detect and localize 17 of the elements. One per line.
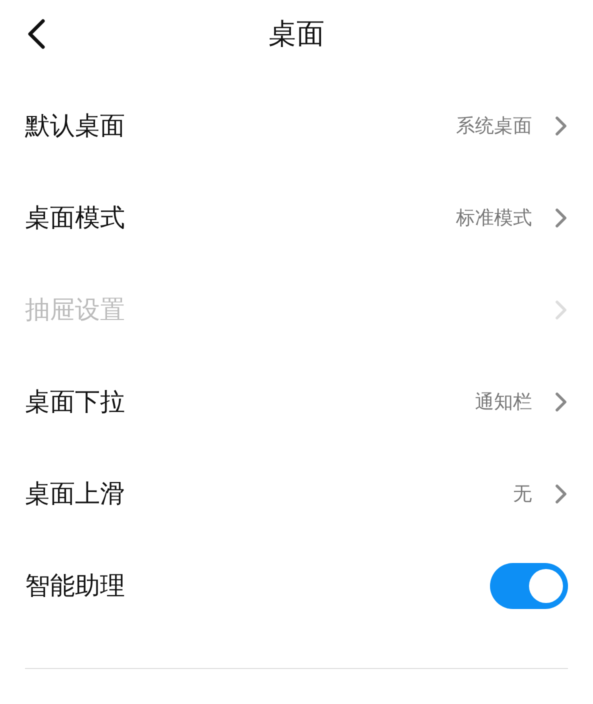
back-icon (26, 19, 46, 49)
setting-label: 桌面下拉 (25, 387, 125, 417)
setting-label: 智能助理 (25, 571, 125, 601)
chevron-icon[interactable] (554, 390, 568, 413)
chevron-icon[interactable] (554, 482, 568, 505)
setting-value: 通知栏 (475, 390, 532, 414)
setting-label: 默认桌面 (25, 111, 125, 141)
chevron-icon[interactable] (554, 206, 568, 229)
setting-value: 标准模式 (456, 206, 532, 230)
setting-label: 桌面模式 (25, 203, 125, 233)
setting-value: 无 (513, 482, 532, 506)
page-title: 桌面 (268, 20, 324, 48)
setting-label: 桌面上滑 (25, 479, 125, 509)
toggle-switch[interactable] (490, 563, 568, 609)
setting-label: 抽屉设置 (25, 295, 125, 325)
setting-value: 系统桌面 (456, 114, 532, 138)
chevron-icon[interactable] (554, 114, 568, 137)
